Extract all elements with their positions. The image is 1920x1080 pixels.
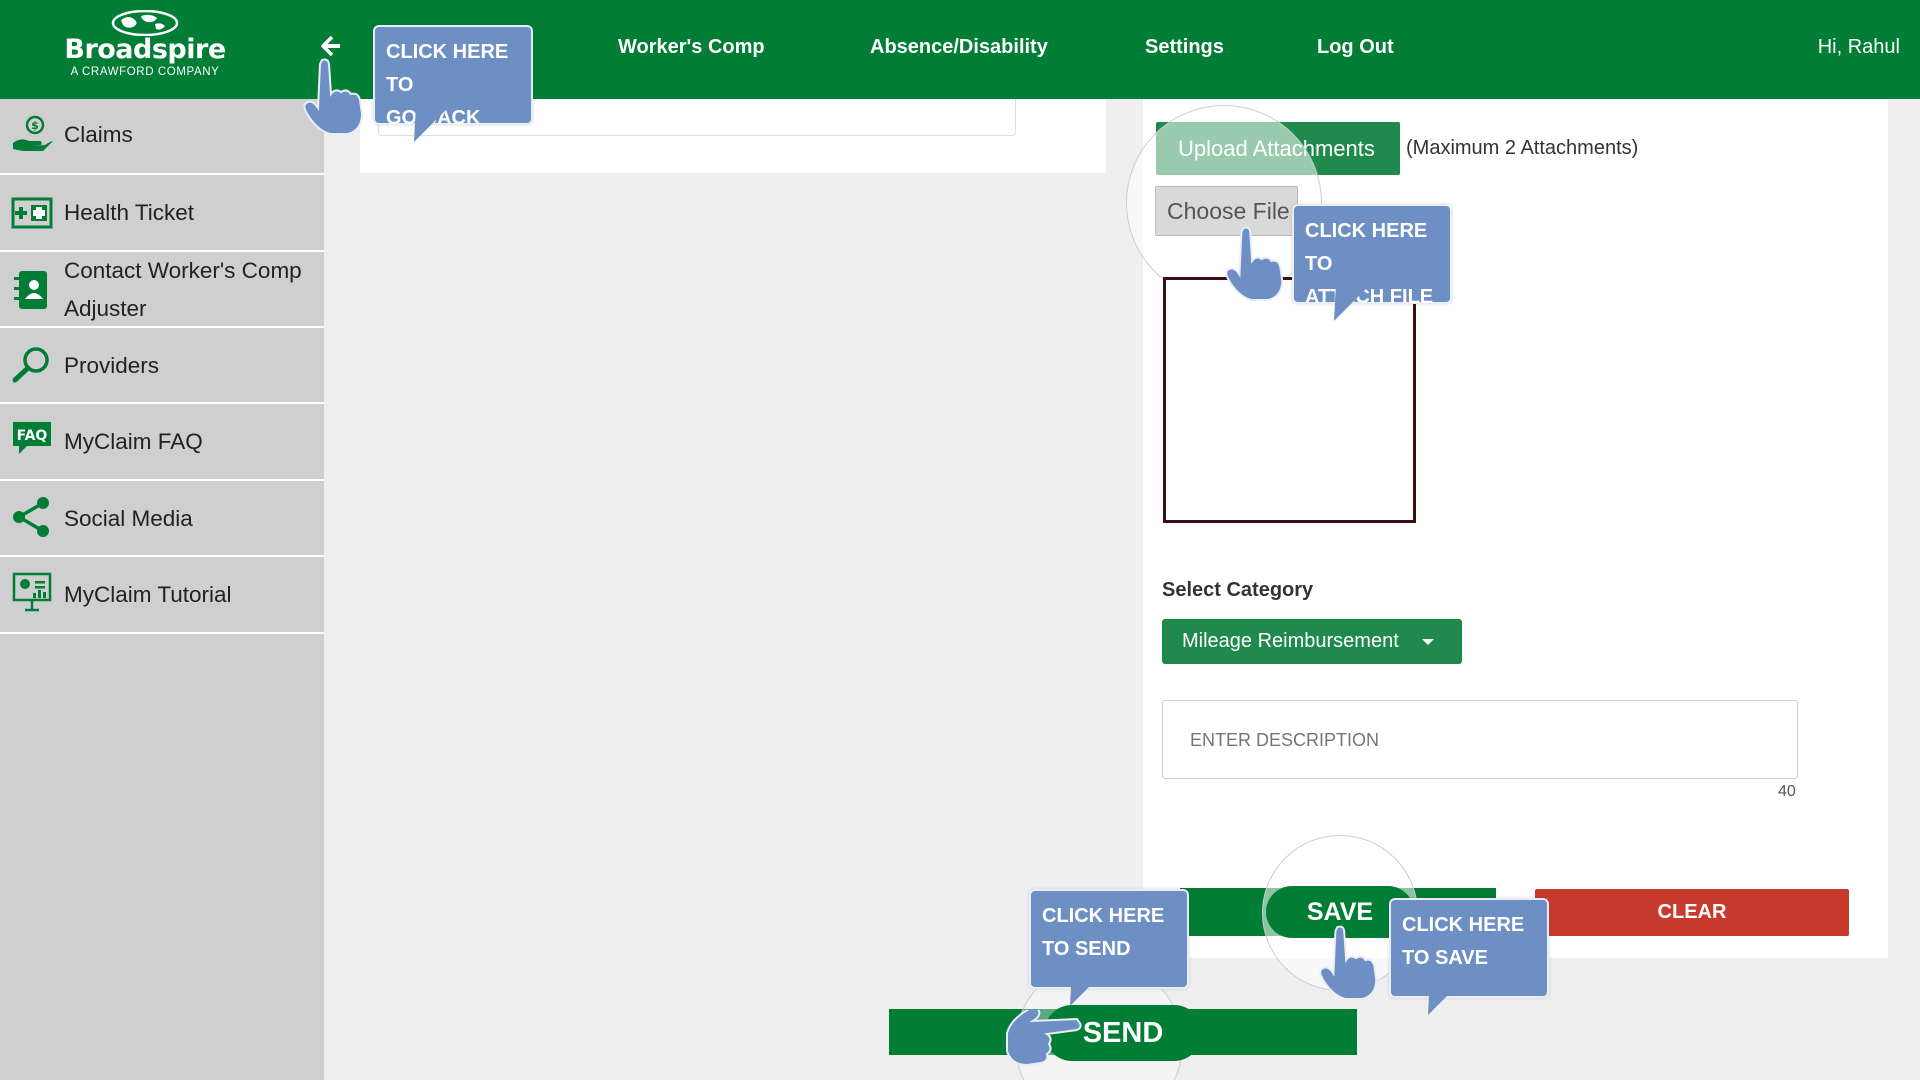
pointing-hand-icon <box>1225 226 1284 301</box>
callout-text-line: CLICK HERE <box>1042 905 1165 927</box>
callout-tail <box>1428 977 1466 1015</box>
callout-text-line: GO BACK <box>386 107 481 129</box>
sidebar-item-providers[interactable]: Providers <box>0 328 324 404</box>
share-icon <box>13 497 49 537</box>
callout-tail <box>1070 968 1108 1006</box>
logo-brand-text: Broadspire <box>64 34 226 65</box>
sidebar-item-label: MyClaim FAQ <box>64 429 203 454</box>
nav-workers-comp[interactable]: Worker's Comp <box>618 36 765 59</box>
sidebar-item-label: Providers <box>64 353 160 378</box>
nav-absence-disability[interactable]: Absence/Disability <box>870 36 1048 59</box>
sidebar-item-label: Social Media <box>64 506 193 531</box>
globe-icon <box>111 10 179 36</box>
nav-log-out[interactable]: Log Out <box>1317 36 1394 59</box>
sidebar-item-faq[interactable]: FAQ MyClaim FAQ <box>0 404 324 481</box>
pointing-hand-icon <box>303 58 364 135</box>
callout-tail <box>1334 283 1372 321</box>
callout-text-line: TO SEND <box>1042 938 1131 960</box>
magnifier-icon <box>12 347 49 383</box>
sidebar-item-label: Contact Worker's Comp Adjuster <box>64 258 302 321</box>
presentation-icon <box>12 572 52 612</box>
max-attachments-note: (Maximum 2 Attachments) <box>1406 137 1639 159</box>
user-greeting: Hi, Rahul <box>1817 36 1900 58</box>
faq-icon: FAQ <box>13 422 51 454</box>
pointing-hand-icon <box>1319 925 1378 1000</box>
nav-settings[interactable]: Settings <box>1145 36 1224 59</box>
callout-text-line: CLICK HERE TO <box>386 41 509 96</box>
svg-text:FAQ: FAQ <box>17 428 48 444</box>
select-category-label: Select Category <box>1162 579 1314 601</box>
sidebar-item-social-media[interactable]: Social Media <box>0 481 324 557</box>
caret-down-icon <box>1422 639 1434 645</box>
logo-subtitle: A CRAWFORD COMPANY <box>70 66 220 78</box>
broadspire-logo[interactable]: Broadspire A CRAWFORD COMPANY <box>55 10 235 90</box>
sidebar-item-health-ticket[interactable]: Health Ticket <box>0 175 324 252</box>
sidebar-item-tutorial[interactable]: MyClaim Tutorial <box>0 557 324 634</box>
svg-text:$: $ <box>31 119 39 132</box>
top-navigation-bar: Broadspire A CRAWFORD COMPANY Worker's C… <box>0 0 1920 99</box>
category-selected-value: Mileage Reimbursement <box>1182 630 1399 652</box>
sidebar-item-contact-adjuster[interactable]: Contact Worker's Comp Adjuster <box>0 252 324 328</box>
callout-tail <box>414 104 452 142</box>
callout-text-line: CLICK HERE TO <box>1305 220 1428 275</box>
health-ticket-icon <box>11 197 53 229</box>
category-dropdown[interactable]: Mileage Reimbursement <box>1162 619 1462 664</box>
sidebar-item-label: MyClaim Tutorial <box>64 582 232 607</box>
contact-book-icon <box>14 271 47 309</box>
character-count: 40 <box>1778 783 1796 800</box>
hand-dollar-icon: $ <box>13 115 53 151</box>
callout-text-line: CLICK HERE <box>1402 914 1525 936</box>
callout-text-line: TO SAVE <box>1402 947 1488 969</box>
clear-button[interactable]: CLEAR <box>1535 889 1849 936</box>
sidebar-item-label: Claims <box>64 122 133 147</box>
sidebar-item-label: Health Ticket <box>64 200 195 225</box>
pointing-hand-icon <box>1006 1010 1082 1067</box>
sidebar-item-claims[interactable]: $ Claims <box>0 99 324 175</box>
description-input[interactable] <box>1162 700 1798 779</box>
